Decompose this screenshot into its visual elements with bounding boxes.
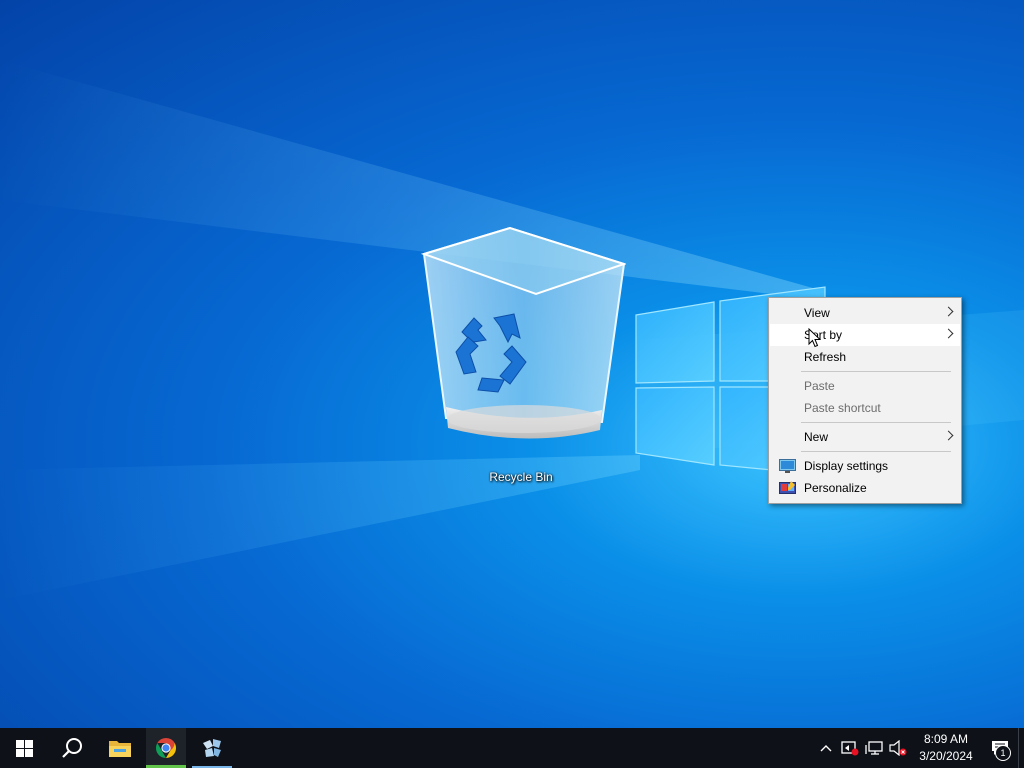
chevron-right-icon	[943, 328, 954, 339]
taskbar-chrome[interactable]	[146, 728, 186, 768]
recycle-bin-icon	[420, 226, 626, 439]
taskbar-clock[interactable]: 8:09 AM 3/20/2024	[910, 731, 982, 765]
personalize-icon	[779, 481, 796, 494]
menu-item-label: Sort by	[804, 328, 843, 342]
volume-button[interactable]	[886, 728, 910, 768]
menu-separator	[801, 422, 951, 423]
menu-item-label: View	[804, 306, 830, 320]
menu-item-sort-by[interactable]: Sort by	[770, 324, 960, 346]
show-desktop-button[interactable]	[1018, 728, 1024, 768]
taskbar-app[interactable]	[188, 728, 236, 768]
desktop-icon-recycle-bin[interactable]: Recycle Bin	[412, 222, 630, 492]
search-icon	[62, 738, 82, 758]
app-game-controller-icon	[203, 739, 221, 757]
menu-separator	[801, 371, 951, 372]
chevron-right-icon	[943, 306, 954, 317]
tray-app-icon	[841, 741, 859, 756]
tray-app-button[interactable]	[838, 728, 862, 768]
menu-item-label: Personalize	[804, 481, 867, 495]
start-windows-icon	[15, 739, 33, 757]
menu-separator	[801, 451, 951, 452]
menu-item-view[interactable]: View	[770, 302, 960, 324]
menu-item-refresh[interactable]: Refresh	[770, 346, 960, 368]
clock-time: 8:09 AM	[923, 732, 969, 746]
taskbar-file-explorer[interactable]	[96, 728, 144, 768]
menu-item-label: Display settings	[804, 459, 889, 473]
system-tray: 8:09 AM 3/20/2024 1	[814, 728, 1024, 768]
menu-item-display-settings[interactable]: Display settings	[770, 455, 960, 477]
start-button[interactable]	[0, 728, 48, 768]
menu-item-label: Paste	[804, 379, 835, 393]
taskbar: 8:09 AM 3/20/2024 1	[0, 728, 1024, 768]
network-button[interactable]	[862, 728, 886, 768]
display-settings-icon	[779, 459, 796, 473]
menu-item-paste: Paste	[770, 375, 960, 397]
menu-item-label: Paste shortcut	[804, 401, 881, 415]
search-button[interactable]	[48, 728, 96, 768]
chevron-right-icon	[943, 430, 954, 441]
volume-muted-icon	[889, 740, 907, 756]
menu-item-label: Refresh	[804, 350, 847, 364]
menu-item-paste-shortcut: Paste shortcut	[770, 397, 960, 419]
menu-item-new[interactable]: New	[770, 426, 960, 448]
recycle-bin-label: Recycle Bin	[489, 470, 553, 484]
chrome-icon	[156, 738, 176, 758]
clock-date: 3/20/2024	[919, 749, 973, 763]
action-center-button[interactable]: 1	[982, 728, 1018, 768]
menu-item-personalize[interactable]: Personalize	[770, 477, 960, 499]
show-hidden-icons-button[interactable]	[814, 728, 838, 768]
file-explorer-icon	[109, 741, 131, 757]
notification-count-badge: 1	[995, 745, 1011, 761]
chevron-up-icon	[820, 745, 832, 752]
menu-item-label: New	[804, 430, 829, 444]
desktop-context-menu: View Sort by Refresh Paste Paste shortcu…	[768, 297, 962, 504]
network-icon	[865, 741, 883, 755]
